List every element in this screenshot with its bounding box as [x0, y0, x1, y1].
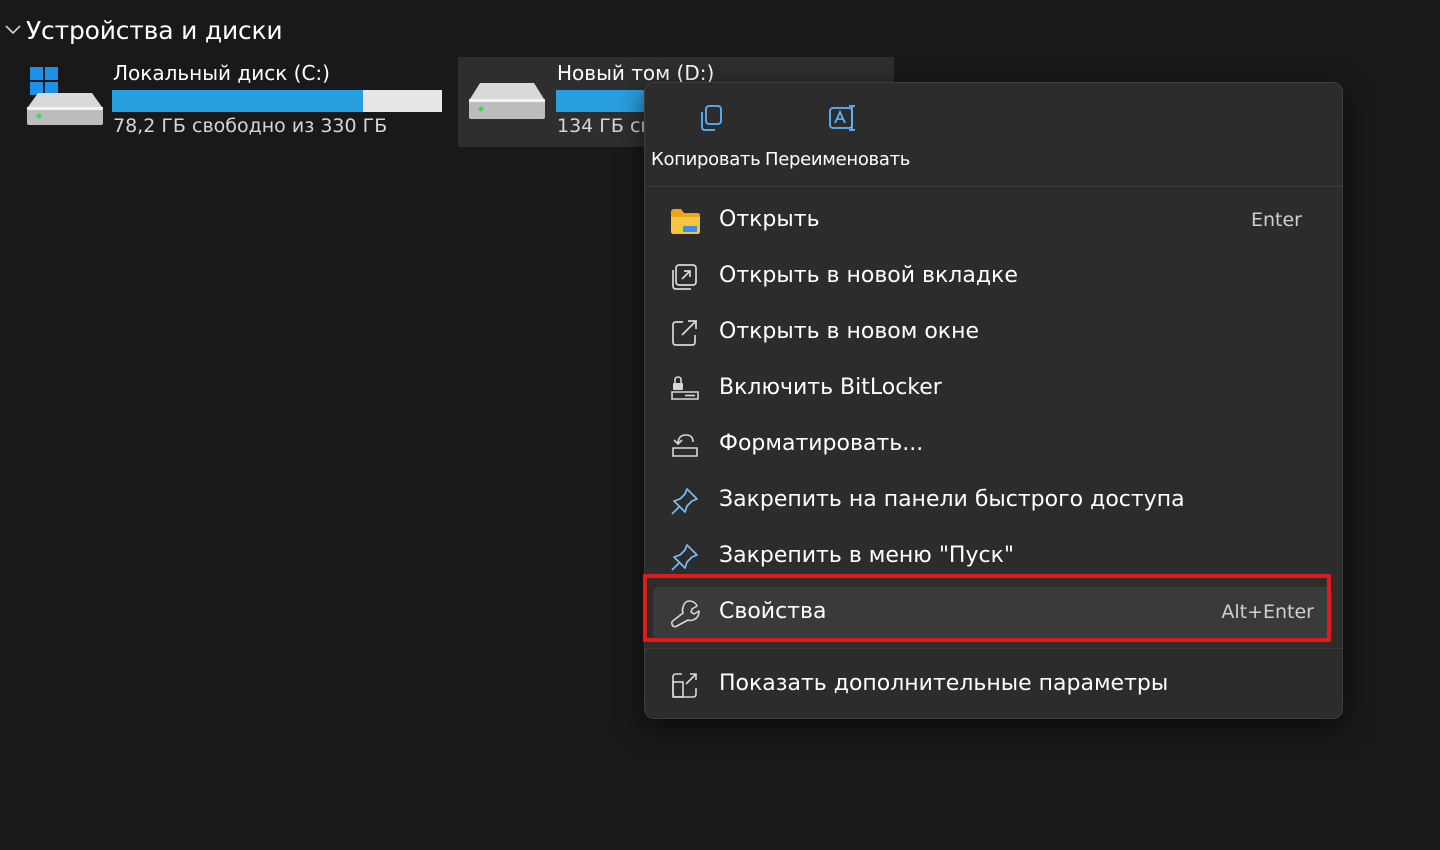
new-tab-icon	[669, 262, 701, 292]
drive-free-space: 134 ГБ св	[557, 115, 652, 137]
chevron-down-icon[interactable]	[0, 10, 26, 50]
drive-name: Локальный диск (C:)	[113, 61, 330, 85]
pin-icon	[669, 542, 701, 572]
drive-tile-c[interactable]: Локальный диск (C:) 78,2 ГБ свободно из …	[14, 57, 446, 147]
section-title: Устройства и диски	[26, 15, 283, 45]
menu-item-label: Форматировать...	[719, 431, 924, 456]
menu-item-label: Открыть в новой вкладке	[719, 263, 1018, 288]
menu-item-label: Показать дополнительные параметры	[719, 671, 1169, 696]
menu-item-label: Закрепить на панели быстрого доступа	[719, 487, 1185, 512]
bitlocker-icon	[669, 374, 701, 404]
menu-item-bitlocker[interactable]: Включить BitLocker	[653, 363, 1332, 415]
hard-drive-icon	[468, 77, 550, 147]
open-new-window-icon	[669, 318, 701, 348]
menu-item-format[interactable]: Форматировать...	[653, 419, 1332, 471]
quick-actions-bar: Копировать Переименовать	[645, 83, 1342, 187]
highlight-annotation	[643, 574, 1331, 642]
windows-system-drive-icon	[22, 61, 104, 131]
rename-label: Переименовать	[765, 149, 911, 170]
menu-item-label: Открыть	[719, 207, 820, 232]
menu-item-label: Открыть в новом окне	[719, 319, 980, 344]
format-drive-icon	[669, 430, 701, 460]
menu-separator	[645, 648, 1342, 649]
copy-button[interactable]: Копировать	[649, 83, 765, 186]
copy-label: Копировать	[651, 149, 761, 170]
menu-item-open-new-tab[interactable]: Открыть в новой вкладке	[653, 251, 1332, 303]
drive-usage-bar	[112, 90, 442, 112]
more-options-icon	[669, 670, 701, 700]
explorer-window: Устройства и диски Локальный диск (C:) 7…	[0, 0, 1440, 850]
menu-item-pin-quick-access[interactable]: Закрепить на панели быстрого доступа	[653, 475, 1332, 527]
menu-item-open-new-window[interactable]: Открыть в новом окне	[653, 307, 1332, 359]
menu-item-label: Включить BitLocker	[719, 375, 942, 400]
menu-item-more-options[interactable]: Показать дополнительные параметры	[653, 659, 1332, 711]
devices-section-header[interactable]: Устройства и диски	[0, 10, 283, 50]
copy-icon	[696, 103, 726, 133]
pin-icon	[669, 486, 701, 516]
menu-item-open[interactable]: Открыть Enter	[653, 195, 1332, 247]
rename-button[interactable]: Переименовать	[765, 83, 925, 186]
drive-usage-fill	[112, 90, 363, 112]
rename-icon	[827, 103, 857, 133]
menu-item-label: Закрепить в меню "Пуск"	[719, 543, 1015, 568]
menu-item-shortcut: Enter	[1251, 209, 1302, 231]
drive-free-space: 78,2 ГБ свободно из 330 ГБ	[113, 115, 388, 137]
folder-icon	[669, 206, 701, 236]
drive-usage-fill	[556, 90, 646, 112]
